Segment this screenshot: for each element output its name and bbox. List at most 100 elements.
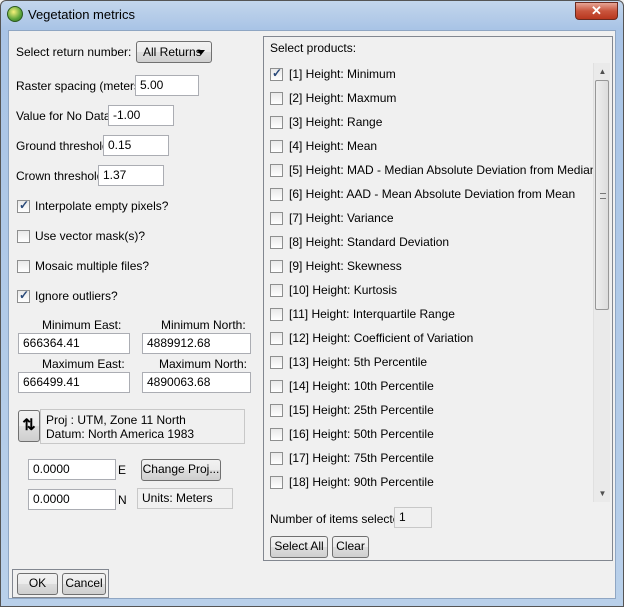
product-label: [4] Height: Mean — [289, 139, 378, 153]
min-north-label: Minimum North: — [161, 318, 246, 332]
list-item[interactable]: [2] Height: Maxmum — [270, 87, 600, 111]
product-checkbox[interactable] — [270, 332, 283, 345]
list-item[interactable]: [15] Height: 25th Percentile — [270, 399, 600, 423]
projection-info-box: Proj : UTM, Zone 11 North Datum: North A… — [40, 409, 245, 444]
title-bar[interactable]: Vegetation metrics ✕ — [1, 1, 623, 29]
list-item[interactable]: [6] Height: AAD - Mean Absolute Deviatio… — [270, 183, 600, 207]
product-checkbox[interactable] — [270, 404, 283, 417]
select-all-button[interactable]: Select All — [270, 536, 328, 558]
list-item[interactable]: [3] Height: Range — [270, 111, 600, 135]
swap-coords-button[interactable]: ⇅ — [18, 410, 40, 442]
change-proj-button[interactable]: Change Proj... — [141, 459, 221, 481]
crown-threshold-input[interactable]: 1.37 — [98, 165, 164, 186]
ground-threshold-label: Ground threshold: — [16, 139, 113, 153]
product-label: [3] Height: Range — [289, 115, 383, 129]
product-label: [10] Height: Kurtosis — [289, 283, 398, 297]
list-item[interactable]: [17] Height: 75th Percentile — [270, 447, 600, 471]
product-checkbox[interactable] — [270, 92, 283, 105]
list-item[interactable]: [4] Height: Mean — [270, 135, 600, 159]
product-checkbox[interactable] — [270, 356, 283, 369]
list-item[interactable]: [10] Height: Kurtosis — [270, 279, 600, 303]
product-checkbox[interactable] — [270, 188, 283, 201]
scroll-up-icon[interactable]: ▲ — [594, 63, 611, 80]
close-button[interactable]: ✕ — [575, 2, 618, 20]
product-checkbox[interactable] — [270, 428, 283, 441]
units-display: Units: Meters — [137, 488, 233, 509]
product-label: [7] Height: Variance — [289, 211, 394, 225]
list-item[interactable]: [18] Height: 90th Percentile — [270, 471, 600, 495]
dialog-buttons: OK Cancel — [12, 569, 109, 598]
max-north-input[interactable]: 4890063.68 — [142, 372, 251, 393]
product-checkbox[interactable] — [270, 260, 283, 273]
raster-spacing-input[interactable]: 5.00 — [135, 75, 199, 96]
easting-label: E — [118, 463, 127, 477]
window-title: Vegetation metrics — [28, 7, 135, 22]
product-checkbox[interactable] — [270, 116, 283, 129]
list-item[interactable]: [13] Height: 5th Percentile — [270, 351, 600, 375]
interpolate-checkbox[interactable] — [17, 198, 30, 213]
products-list[interactable]: [1] Height: Minimum [2] Height: Maxmum [3]… — [270, 63, 609, 502]
max-east-input[interactable]: 666499.41 — [18, 372, 130, 393]
datum-line: Datum: North America 1983 — [46, 427, 195, 441]
list-item[interactable]: [8] Height: Standard Deviation — [270, 231, 600, 255]
product-checkbox[interactable] — [270, 380, 283, 393]
list-item[interactable]: [14] Height: 10th Percentile — [270, 375, 600, 399]
app-icon — [7, 6, 23, 22]
northing-label: N — [118, 493, 127, 507]
product-checkbox[interactable] — [270, 66, 283, 81]
product-checkbox[interactable] — [270, 476, 283, 489]
product-label: [1] Height: Minimum — [289, 67, 396, 81]
northing-input[interactable]: 0.0000 — [28, 489, 116, 510]
product-label: [11] Height: Interquartile Range — [289, 307, 455, 321]
list-item[interactable]: [11] Height: Interquartile Range — [270, 303, 600, 327]
list-item[interactable]: [12] Height: Coefficient of Variation — [270, 327, 600, 351]
vector-mask-checkbox[interactable] — [17, 230, 30, 243]
product-checkbox[interactable] — [270, 164, 283, 177]
return-number-value: All Returns — [143, 45, 202, 59]
product-checkbox[interactable] — [270, 452, 283, 465]
product-label: [8] Height: Standard Deviation — [289, 235, 450, 249]
scroll-thumb[interactable] — [595, 80, 609, 310]
ignore-outliers-label: Ignore outliers? — [35, 289, 118, 303]
interpolate-label: Interpolate empty pixels? — [35, 199, 169, 213]
cancel-button[interactable]: Cancel — [62, 573, 106, 595]
product-checkbox[interactable] — [270, 212, 283, 225]
projection-line: Proj : UTM, Zone 11 North — [46, 413, 186, 427]
min-east-label: Minimum East: — [42, 318, 122, 332]
product-label: [5] Height: MAD - Median Absolute Deviat… — [289, 163, 597, 177]
ok-button[interactable]: OK — [17, 573, 58, 595]
product-label: [9] Height: Skewness — [289, 259, 402, 273]
selected-count-label: Number of items selected: — [270, 512, 410, 526]
nodata-input[interactable]: -1.00 — [108, 105, 174, 126]
list-item[interactable]: [5] Height: MAD - Median Absolute Deviat… — [270, 159, 600, 183]
chevron-down-icon — [197, 50, 205, 55]
selected-count-value: 1 — [394, 507, 432, 528]
product-label: [13] Height: 5th Percentile — [289, 355, 428, 369]
min-east-input[interactable]: 666364.41 — [18, 333, 130, 354]
return-number-label: Select return number: — [16, 45, 132, 59]
list-item[interactable]: [16] Height: 50th Percentile — [270, 423, 600, 447]
nodata-label: Value for No Data: — [16, 109, 114, 123]
product-checkbox[interactable] — [270, 308, 283, 321]
easting-input[interactable]: 0.0000 — [28, 459, 116, 480]
list-item[interactable]: [7] Height: Variance — [270, 207, 600, 231]
ground-threshold-input[interactable]: 0.15 — [103, 135, 169, 156]
scroll-down-icon[interactable]: ▼ — [594, 485, 611, 502]
ignore-outliers-checkbox[interactable] — [17, 288, 30, 303]
product-label: [18] Height: 90th Percentile — [289, 475, 434, 489]
list-item[interactable]: [9] Height: Skewness — [270, 255, 600, 279]
mosaic-checkbox[interactable] — [17, 260, 30, 273]
product-label: [15] Height: 25th Percentile — [289, 403, 434, 417]
swap-arrows-icon: ⇅ — [22, 417, 36, 434]
return-number-select[interactable]: All Returns — [136, 41, 212, 63]
clear-button[interactable]: Clear — [332, 536, 369, 558]
product-checkbox[interactable] — [270, 236, 283, 249]
list-item[interactable]: [1] Height: Minimum — [270, 63, 600, 87]
products-scrollbar[interactable]: ▲ ▼ — [593, 63, 610, 502]
product-checkbox[interactable] — [270, 140, 283, 153]
min-north-input[interactable]: 4889912.68 — [142, 333, 251, 354]
vector-mask-label: Use vector mask(s)? — [35, 229, 146, 243]
dialog-window: Vegetation metrics ✕ Select return numbe… — [0, 0, 624, 607]
products-header: Select products: — [270, 41, 357, 55]
product-checkbox[interactable] — [270, 284, 283, 297]
